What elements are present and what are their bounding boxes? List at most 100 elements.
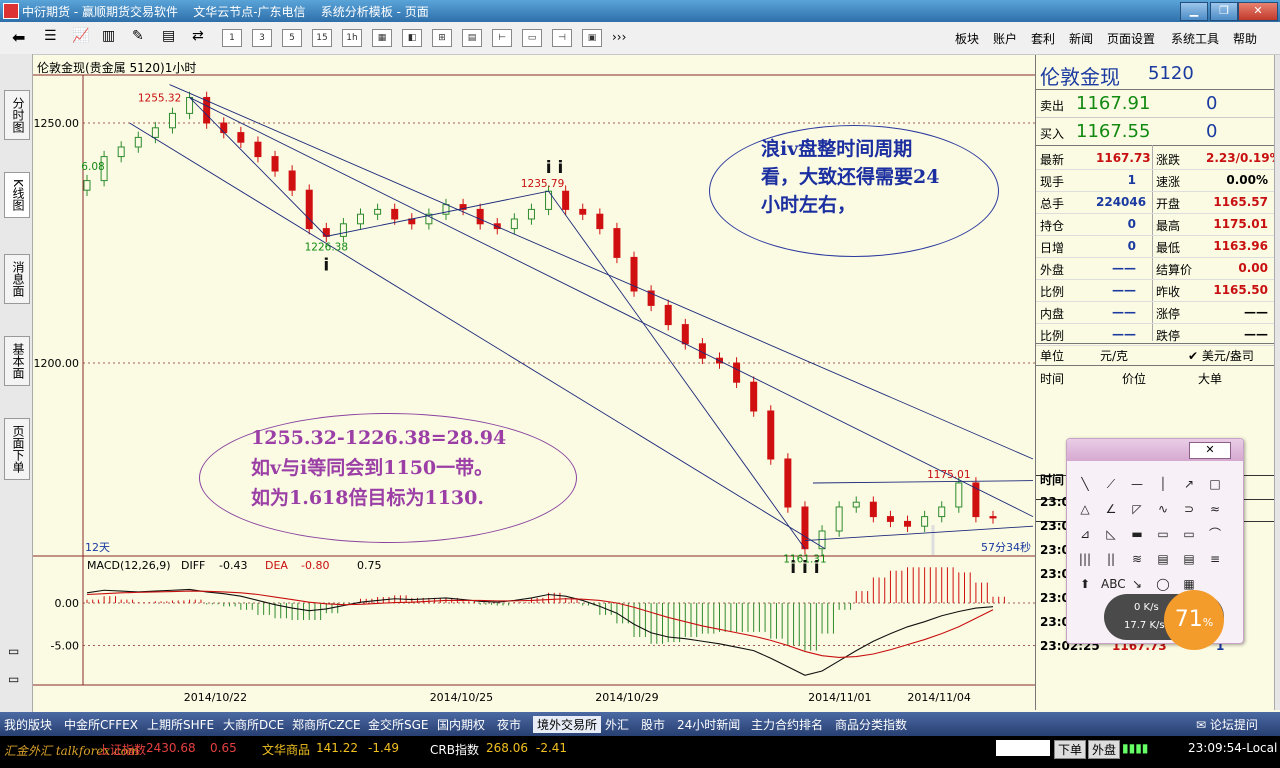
drawing-tool-icon[interactable]: ◯ [1153, 575, 1173, 593]
drawing-tool-icon[interactable]: ▬ [1127, 525, 1147, 543]
drawing-tool-icon[interactable]: ▭ [1153, 525, 1173, 543]
market-tab[interactable]: 大商所DCE [223, 716, 284, 733]
period-button[interactable]: 5 [282, 29, 302, 47]
drawing-tool-icon[interactable]: ⊿ [1075, 525, 1095, 543]
currency-toggle[interactable]: ✔ 美元/盎司 [1188, 347, 1254, 364]
market-tab[interactable]: 国内期权 [437, 716, 485, 733]
drawing-tool-icon[interactable]: ◺ [1101, 525, 1121, 543]
tool-button[interactable]: ⊞ [432, 29, 452, 47]
drawing-tool-icon[interactable]: ╲ [1075, 475, 1095, 493]
drawing-tool-icon[interactable]: ▤ [1153, 550, 1173, 568]
menu-account[interactable]: 账户 [993, 30, 1017, 47]
toolbar: ⬅ ☰ 📈 ▥ ✎ ▤ ⇄ 1 3 5 15 1h ▦ ◧ ⊞ ▤ ⊢ ▭ ⊣ … [0, 22, 1280, 55]
drawing-tool-icon[interactable]: ↗ [1179, 475, 1199, 493]
tab-page-order[interactable]: 页面下单 [4, 418, 30, 480]
market-tab[interactable]: 商品分类指数 [835, 716, 907, 733]
zoom-plus-icon[interactable]: ▭ [8, 672, 19, 686]
minimize-button[interactable]: ▁ [1180, 2, 1208, 21]
menu-system-tools[interactable]: 系统工具 [1171, 30, 1219, 47]
market-tab[interactable]: 股市 [641, 716, 665, 733]
back-arrow-icon[interactable]: ⬅ [12, 28, 25, 47]
drawing-tool-icon[interactable]: ⟋ [1101, 475, 1121, 493]
line-chart-icon[interactable]: 📈 [72, 28, 89, 44]
market-tab[interactable]: 上期所SHFE [147, 716, 214, 733]
note-target-line: 1255.32-1226.38=28.94 [251, 427, 507, 449]
period-button[interactable]: 3 [252, 29, 272, 47]
external-market-button[interactable]: 外盘 [1088, 740, 1121, 759]
order-button[interactable]: 下单 [1054, 740, 1087, 759]
tool-button[interactable]: ⊢ [492, 29, 512, 47]
save-icon[interactable]: ▤ [162, 28, 175, 44]
chart-area[interactable]: 1250.00 1200.00 0.00 -5.00 2014/10/22 2014/10… [33, 55, 1035, 710]
zoom-minus-icon[interactable]: ▭ [8, 644, 19, 658]
period-button[interactable]: 1h [342, 29, 362, 47]
list-icon[interactable]: ☰ [44, 28, 57, 44]
market-tab[interactable]: 主力合约排名 [751, 716, 823, 733]
period-button[interactable]: 15 [312, 29, 332, 47]
trend-line [812, 480, 1034, 484]
drawing-tool-icon[interactable]: ◸ [1127, 500, 1147, 518]
market-tab[interactable]: 夜市 [497, 716, 521, 733]
more-tools-button[interactable]: ››› [612, 30, 626, 44]
drawing-tool-icon[interactable]: ≡ [1205, 550, 1225, 568]
usage-percent: 71 [1174, 607, 1203, 632]
quote-row-value: 1 [1127, 173, 1136, 187]
tool-button[interactable]: ▤ [462, 29, 482, 47]
market-tab[interactable]: 外汇 [605, 716, 629, 733]
market-tab[interactable]: 郑商所CZCE [292, 716, 361, 733]
drawing-tool-icon[interactable]: □ [1205, 475, 1225, 493]
forum-button[interactable]: ✉ 论坛提问 [1196, 716, 1258, 733]
tab-fundamentals[interactable]: 基本面 [4, 336, 30, 386]
tool-button[interactable]: ⊣ [552, 29, 572, 47]
tool-button[interactable]: ▦ [372, 29, 392, 47]
drawing-tool-icon[interactable]: │ [1153, 475, 1173, 493]
drawing-tool-icon[interactable]: ∠ [1101, 500, 1121, 518]
tool-button[interactable]: ▣ [582, 29, 602, 47]
maximize-button[interactable]: ❐ [1210, 2, 1238, 21]
menu-news[interactable]: 新闻 [1069, 30, 1093, 47]
tab-news[interactable]: 消息面 [4, 254, 30, 304]
drawing-tool-icon[interactable]: ||| [1075, 550, 1095, 568]
scrollbar[interactable] [1274, 55, 1280, 710]
menu-arbitrage[interactable]: 套利 [1031, 30, 1055, 47]
search-box[interactable] [996, 740, 1050, 756]
market-tab[interactable]: 中金所CFFEX [64, 716, 138, 733]
market-tab[interactable]: 金交所SGE [368, 716, 429, 733]
menu-help[interactable]: 帮助 [1233, 30, 1257, 47]
menu-sector[interactable]: 板块 [955, 30, 979, 47]
candle-body [750, 381, 758, 412]
drawing-tool-icon[interactable]: ∿ [1153, 500, 1173, 518]
period-button[interactable]: 1 [222, 29, 242, 47]
tool-button[interactable]: ▭ [522, 29, 542, 47]
tool-window-close-button[interactable]: ✕ [1189, 442, 1231, 459]
drawing-tool-icon[interactable]: ⬆ [1075, 575, 1095, 593]
market-tab[interactable]: 境外交易所 [533, 716, 602, 733]
drawing-tool-icon[interactable]: — [1127, 475, 1147, 493]
drawing-tool-icon[interactable]: ⊃ [1179, 500, 1199, 518]
menu-page-settings[interactable]: 页面设置 [1107, 30, 1155, 47]
close-button[interactable]: ✕ [1238, 2, 1278, 21]
sell-price[interactable]: 1167.91 [1076, 93, 1150, 114]
drawing-tool-icon[interactable]: ↘ [1127, 575, 1147, 593]
drawing-tool-icon[interactable]: ▭ [1179, 525, 1199, 543]
drawing-tool-icon[interactable]: ≋ [1127, 550, 1147, 568]
buy-price[interactable]: 1167.55 [1076, 121, 1150, 142]
drawing-tool-icon[interactable]: ▤ [1179, 550, 1199, 568]
clock: 23:09:54-Local [1188, 741, 1278, 755]
arrows-icon[interactable]: ⇄ [192, 28, 204, 44]
drawing-tool-icon[interactable]: || [1101, 550, 1121, 568]
memory-usage-ball[interactable]: 71% [1164, 590, 1224, 650]
candle-body [220, 122, 228, 134]
market-tab[interactable]: 24小时新闻 [677, 716, 740, 733]
tool-button[interactable]: ◧ [402, 29, 422, 47]
drawing-tool-icon[interactable] [1205, 575, 1225, 593]
drawing-tool-icon[interactable]: ABC [1101, 575, 1126, 593]
tab-timeshare[interactable]: 分时图 [4, 90, 30, 140]
drawing-tool-icon[interactable]: △ [1075, 500, 1095, 518]
drawing-tool-icon[interactable]: ⌒ [1205, 525, 1225, 543]
draw-icon[interactable]: ✎ [132, 28, 144, 44]
tab-kline[interactable]: K线图 [4, 172, 30, 218]
candle-icon[interactable]: ▥ [102, 28, 115, 44]
market-tab[interactable]: 我的版块 [4, 716, 52, 733]
drawing-tool-icon[interactable]: ≈ [1205, 500, 1225, 518]
